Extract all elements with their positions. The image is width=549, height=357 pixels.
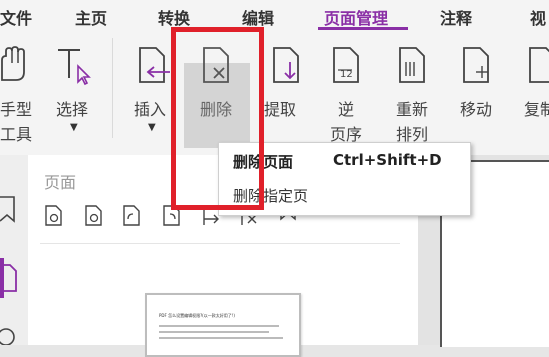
search-icon[interactable]	[0, 325, 18, 345]
reverse-order-button[interactable]: 12 逆 页序	[326, 30, 370, 150]
move-page-icon	[463, 47, 489, 83]
left-sidebar	[0, 155, 28, 345]
hand-tool-label-2: 工具	[0, 125, 33, 144]
ribbon-toolbar: 手型 工具 选择 ▼ 插入 ▼ 删除 提取 12 逆 页序 重新 排列 移动 复…	[0, 30, 549, 156]
select-dropdown-caret[interactable]: ▼	[70, 122, 78, 133]
extract-page-button[interactable]: 提取	[264, 30, 308, 150]
insert-page-icon	[139, 47, 170, 83]
rotate-right-page-icon[interactable]	[162, 205, 184, 227]
svg-text:12: 12	[340, 69, 353, 80]
reorder-label: 重新	[396, 100, 429, 119]
hand-tool-button[interactable]: 手型 工具	[0, 30, 40, 150]
delete-page-button[interactable]: 删除	[190, 30, 246, 150]
reverse-order-icon: 12	[333, 47, 359, 83]
insert-dropdown-caret[interactable]: ▼	[148, 122, 156, 133]
hand-tool-label: 手型	[0, 100, 33, 119]
copy-page-button[interactable]: 复制	[522, 30, 549, 150]
panel-separator	[40, 243, 400, 244]
move-page-button[interactable]: 移动	[456, 30, 500, 150]
zoom-out-page-icon[interactable]	[84, 205, 106, 227]
menu-view[interactable]: 视	[530, 5, 546, 29]
extract-label: 提取	[264, 100, 297, 119]
page-thumbnail-text: PDF 怎么设置编辑权限?(以一款太好用了!)	[159, 313, 235, 318]
menu-home[interactable]: 主页	[75, 5, 107, 29]
tooltip-title: 删除页面	[233, 153, 294, 171]
page-thumbnail[interactable]: PDF 怎么设置编辑权限?(以一款太好用了!)	[145, 293, 301, 357]
thumbnail-text-line	[159, 337, 283, 339]
ribbon-divider	[112, 38, 113, 138]
copy-label: 复制	[524, 100, 549, 119]
reverse-label: 逆	[338, 100, 355, 119]
reorder-icon	[399, 47, 425, 83]
tooltip-description: 删除指定页	[233, 187, 309, 205]
insert-page-button[interactable]: 插入 ▼	[130, 30, 174, 150]
pages-panel-title: 页面	[44, 173, 77, 192]
move-label: 移动	[460, 100, 493, 119]
menu-page-management[interactable]: 页面管理	[324, 5, 388, 29]
menu-file[interactable]: 文件	[0, 5, 32, 29]
delete-label: 删除	[200, 100, 233, 119]
text-select-icon	[58, 49, 91, 86]
thumbnail-text-line	[159, 325, 279, 327]
delete-page-icon	[203, 47, 229, 83]
zoom-in-page-icon[interactable]	[44, 205, 66, 227]
bookmark-icon[interactable]	[0, 195, 16, 223]
reorder-button[interactable]: 重新 排列	[392, 30, 436, 150]
menu-convert[interactable]: 转换	[158, 5, 190, 29]
menu-annotate[interactable]: 注释	[440, 5, 472, 29]
hand-icon	[1, 46, 25, 81]
menu-bar: 文件 主页 转换 编辑 页面管理 注释 视	[0, 0, 549, 30]
thumbnail-text-line	[159, 331, 269, 333]
extract-page-icon	[273, 47, 299, 83]
delete-tooltip: 删除页面 Ctrl+Shift+D 删除指定页	[218, 142, 471, 216]
insert-label: 插入	[134, 100, 167, 119]
select-tool-label: 选择	[56, 100, 89, 119]
active-sidebar-indicator	[0, 258, 4, 298]
select-tool-button[interactable]: 选择 ▼	[52, 30, 102, 150]
copy-page-icon	[529, 47, 549, 83]
menu-edit[interactable]: 编辑	[242, 5, 274, 29]
rotate-left-page-icon[interactable]	[122, 205, 144, 227]
tooltip-shortcut: Ctrl+Shift+D	[333, 151, 442, 169]
